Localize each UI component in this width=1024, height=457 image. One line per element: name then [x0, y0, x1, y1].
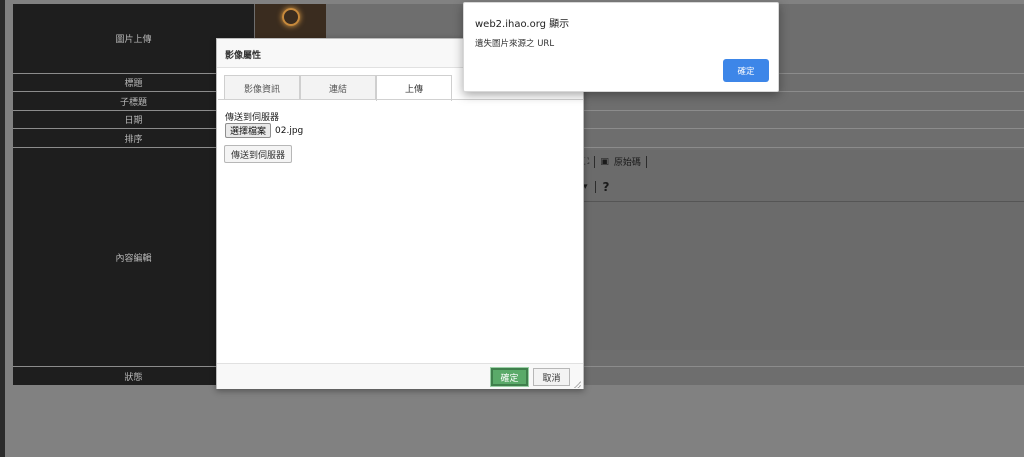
file-input-row: 選擇檔案 02.jpg: [225, 123, 303, 138]
alert-message: 遺失圖片來源之 URL: [475, 39, 555, 49]
tab-link[interactable]: 連結: [300, 75, 376, 100]
dialog-ok-button[interactable]: 確定: [490, 367, 529, 387]
choose-file-button[interactable]: 選擇檔案: [225, 123, 272, 138]
editor-toolbar-row1: ⛶ ▣ 原始碼: [583, 155, 647, 168]
send-to-server-button[interactable]: 傳送到伺服器: [224, 145, 293, 163]
alert-title: web2.ihao.org 顯示: [475, 19, 570, 30]
dialog-cancel-button[interactable]: 取消: [533, 368, 570, 386]
tab-image-info[interactable]: 影像資訊: [224, 75, 300, 100]
image-thumbnail: [255, 4, 326, 39]
toolbar-separator: [594, 155, 596, 168]
editor-body-border: [583, 201, 1024, 202]
toolbar-separator: [645, 155, 647, 168]
source-code-button[interactable]: 原始碼: [614, 155, 641, 168]
orb-graphic: [282, 8, 300, 26]
toolbar-separator: [594, 181, 596, 193]
dialog-tabs: 影像資訊 連結 上傳: [224, 75, 452, 101]
browser-alert-dialog: web2.ihao.org 顯示 遺失圖片來源之 URL 確定: [463, 2, 779, 92]
tab-upload[interactable]: 上傳: [376, 75, 452, 101]
help-button[interactable]: ?: [603, 180, 610, 194]
selected-file-name: 02.jpg: [275, 125, 304, 136]
resize-handle-icon[interactable]: [574, 381, 581, 388]
source-code-icon[interactable]: ▣: [600, 157, 609, 167]
editor-toolbar-row2: ▾ ?: [583, 180, 610, 194]
upload-section-label: 傳送到伺服器: [225, 113, 280, 123]
tab-body-border: [218, 99, 583, 100]
dialog-footer: 確定 取消: [217, 363, 583, 389]
alert-ok-button[interactable]: 確定: [723, 59, 769, 82]
left-edge-strip: [0, 0, 5, 457]
